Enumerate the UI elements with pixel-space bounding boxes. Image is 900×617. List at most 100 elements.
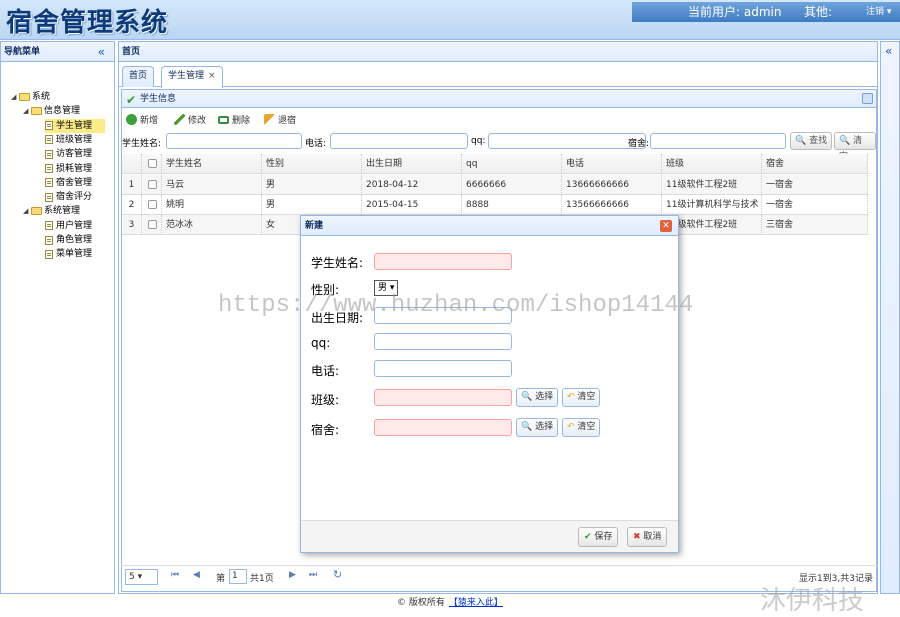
phone-search-input[interactable] <box>330 133 468 149</box>
checkbox[interactable] <box>148 159 157 168</box>
table-cell: 6666666 <box>462 175 562 195</box>
table-cell: 2018-04-12 <box>362 175 462 195</box>
qq-search-input[interactable] <box>488 133 646 149</box>
save-button[interactable]: ✔ 保存 <box>578 527 619 547</box>
expand-arrow-icon[interactable]: ◢ <box>23 204 31 218</box>
class-clear-button[interactable]: ↶ 清空 <box>562 388 601 407</box>
brand-watermark: 沐伊科技 <box>760 586 865 616</box>
first-page-icon[interactable]: ⏮ <box>171 570 179 580</box>
column-header[interactable]: 出生日期 <box>362 154 462 174</box>
nav-item[interactable]: 用户管理 <box>45 219 92 233</box>
table-cell: 马云 <box>162 175 262 195</box>
row-checkbox-cell[interactable] <box>142 175 162 195</box>
nav-panel: 导航菜单 « ◢ 系统 ◢ 信息管理 学生管理 班级管理 访客管理 损耗管理 宿舍管理 宿舍评分 ◢… <box>0 41 115 594</box>
other-menu[interactable]: 其他: <box>804 2 832 22</box>
logout-button[interactable]: 注销 ▾ <box>866 2 891 22</box>
minimize-icon[interactable] <box>862 93 873 104</box>
refresh-icon[interactable]: ↻ <box>333 568 342 581</box>
phone-label: 电话: <box>311 364 340 378</box>
table-cell: 男 <box>262 175 362 195</box>
nav-title: 导航菜单 « <box>1 42 114 62</box>
nav-item-label: 宿舍评分 <box>56 192 93 203</box>
class-field[interactable] <box>374 389 512 406</box>
collapse-nav-icon[interactable]: « <box>98 42 105 62</box>
qq-field[interactable] <box>374 333 512 350</box>
delete-button[interactable]: 删除 <box>218 113 250 126</box>
last-page-icon[interactable]: ⏭ <box>309 570 317 580</box>
row-checkbox-cell[interactable] <box>142 195 162 215</box>
footer-link[interactable]: 【猿来入此】 <box>449 598 503 608</box>
nav-item-label: 系统 <box>32 92 51 102</box>
birth-date-field[interactable] <box>374 307 512 324</box>
file-icon <box>45 178 53 188</box>
checkout-button[interactable]: 退宿 <box>264 113 296 126</box>
clear-search-button[interactable]: 🔍 清空 <box>834 132 876 162</box>
class-select-button[interactable]: 🔍 选择 <box>516 388 559 407</box>
row-checkbox-cell[interactable] <box>142 215 162 235</box>
cancel-button[interactable]: ✖ 取消 <box>627 527 668 547</box>
tab-student-management[interactable]: 学生管理 × <box>161 66 223 88</box>
expand-east-icon[interactable]: « <box>885 44 892 58</box>
column-header[interactable]: 电话 <box>562 154 662 174</box>
column-header[interactable]: 学生姓名 <box>162 154 262 174</box>
dorm-field[interactable] <box>374 419 512 436</box>
checkbox[interactable] <box>148 200 157 209</box>
nav-item[interactable]: ◢ 系统 <box>11 90 50 104</box>
nav-item-label: 用户管理 <box>56 220 93 231</box>
nav-item[interactable]: 损耗管理 <box>45 162 92 176</box>
birth-label: 出生日期: <box>311 311 364 325</box>
select-all-checkbox[interactable] <box>142 154 162 174</box>
dorm-clear-button[interactable]: ↶ 清空 <box>562 418 601 437</box>
edit-button[interactable]: 修改 <box>174 113 206 126</box>
nav-item[interactable]: 学生管理 <box>45 118 105 133</box>
nav-item[interactable]: ◢ 系统管理 <box>23 204 80 218</box>
close-icon[interactable]: ✕ <box>660 220 672 232</box>
table-row[interactable]: 1 马云男 2018-04-12 6666666 13666666666 11级软件工程2… <box>122 175 868 195</box>
expand-arrow-icon[interactable]: ◢ <box>23 104 31 118</box>
page-size-select[interactable]: 5 ▾ <box>125 569 158 585</box>
dorm-select-button[interactable]: 🔍 选择 <box>516 418 559 437</box>
undo-icon: ↶ <box>567 422 575 432</box>
check-icon: ✔ <box>126 93 137 107</box>
tab-close-icon[interactable]: × <box>208 71 216 81</box>
nav-item[interactable]: ◢ 信息管理 <box>23 104 80 118</box>
search-button[interactable]: 🔍 查找 <box>790 132 833 150</box>
expand-arrow-icon[interactable]: ◢ <box>11 90 19 104</box>
checkbox[interactable] <box>148 180 157 189</box>
add-button[interactable]: 新增 <box>126 113 158 126</box>
nav-item[interactable]: 访客管理 <box>45 147 92 161</box>
name-field[interactable] <box>374 253 512 270</box>
nav-item-label: 损耗管理 <box>56 163 93 174</box>
next-page-icon[interactable]: ▶ <box>289 570 296 580</box>
search-bar: 学生姓名: 电话: qq: 宿舍: 🔍 查找 🔍 清空 <box>122 130 876 162</box>
page-input[interactable]: 1 <box>229 569 247 584</box>
nav-item[interactable]: 宿舍管理 <box>45 176 92 190</box>
column-header[interactable]: 班级 <box>662 154 762 174</box>
class-label: 班级: <box>311 393 340 407</box>
column-header[interactable]: 宿舍 <box>762 154 868 174</box>
nav-item[interactable]: 菜单管理 <box>45 247 92 261</box>
dorm-search-input[interactable] <box>650 133 786 149</box>
tab-home[interactable]: 首页 <box>122 66 155 87</box>
table-cell: 11级软件工程2班 <box>662 175 762 195</box>
gender-select[interactable]: 男 ▾ <box>374 280 399 296</box>
nav-item-label: 宿舍管理 <box>56 177 93 188</box>
column-header[interactable]: qq <box>462 154 562 174</box>
folder-icon <box>31 207 42 216</box>
table-cell: 8888 <box>462 195 562 215</box>
center-title: 首页 <box>119 42 877 62</box>
checkbox[interactable] <box>148 220 157 229</box>
phone-field[interactable] <box>374 360 512 377</box>
phone-search-label: 电话: <box>305 139 327 149</box>
copyright-text: © 版权所有 <box>397 598 445 608</box>
column-header[interactable]: 性别 <box>262 154 362 174</box>
table-row[interactable]: 2 姚明男 2015-04-15 8888 13566666666 11级计算机科学与技术… <box>122 195 868 215</box>
prev-page-icon[interactable]: ◀ <box>193 570 200 580</box>
nav-item[interactable]: 角色管理 <box>45 233 92 247</box>
table-cell: 范冰冰 <box>162 215 262 235</box>
nav-item[interactable]: 班级管理 <box>45 133 92 147</box>
current-user-label: 当前用户: admin <box>688 5 782 19</box>
table-header: 学生姓名 性别 出生日期 qq 电话 班级 宿舍 <box>122 154 868 174</box>
name-search-input[interactable] <box>166 133 302 149</box>
nav-item[interactable]: 宿舍评分 <box>45 190 92 204</box>
